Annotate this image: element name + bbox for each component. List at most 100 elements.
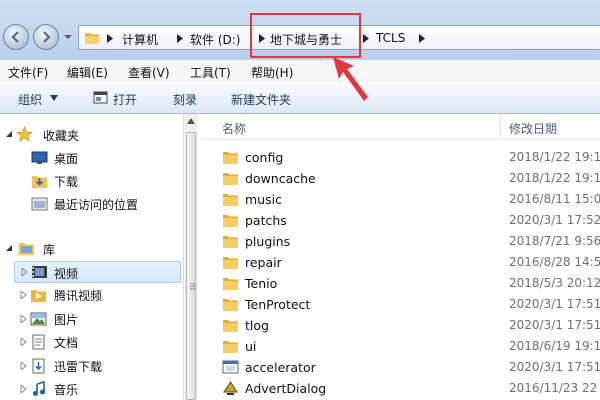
navigation-scrollbar[interactable] [183,114,198,400]
new-folder-button[interactable]: 新建文件夹 [231,91,291,108]
star-icon [16,126,33,142]
expand-triangle-icon[interactable] [20,362,27,370]
breadcrumb-drive-d[interactable]: 软件 (D:) [190,31,240,48]
organize-button[interactable]: 组织 [18,91,42,108]
breadcrumb-tcls[interactable]: TCLS [376,31,405,45]
title-bar: 计算机 软件 (D:) 地下城与勇士 TCLS [0,0,600,60]
nav-pictures[interactable]: 图片 [0,308,183,330]
folder-icon [223,299,238,311]
nav-label: 下载 [54,175,79,189]
annotation-arrow-icon [333,57,368,101]
scrollbar-thumb[interactable] [186,132,196,400]
file-row[interactable]: downcache 2018/1/22 19:1 [202,168,600,189]
forward-arrow-icon [43,31,51,43]
video-library-icon [32,266,47,278]
file-row[interactable]: TenProtect 2020/3/1 17:51 [202,294,600,315]
file-name: music [245,192,282,207]
file-row[interactable]: config 2018/1/22 19:1 [202,147,600,168]
recent-pages-dropdown-icon[interactable] [63,32,73,42]
menu-view[interactable]: 查看(V) [128,64,170,81]
file-date: 2016/8/11 15:0 [509,192,600,206]
downloads-folder-icon [32,176,47,188]
menu-edit[interactable]: 编辑(E) [67,64,108,81]
nav-videos[interactable]: 视频 [14,261,181,283]
folder-icon [223,152,238,164]
file-row[interactable]: ui 2018/6/19 19:1 [202,336,600,357]
breadcrumb-arrow-icon[interactable] [362,34,370,43]
menu-tools[interactable]: 工具(T) [190,64,231,81]
file-row[interactable]: plugins 2018/7/21 9:56 [202,231,600,252]
expand-triangle-icon[interactable] [20,291,27,299]
file-name: TenProtect [245,297,311,312]
nav-thunder-downloads[interactable]: 迅雷下载 [0,355,183,377]
thunder-download-icon [32,358,45,374]
nav-favorites[interactable]: 收藏夹 [0,124,183,146]
collapse-triangle-icon[interactable] [6,245,13,253]
file-date: 2018/1/22 19:1 [509,150,600,164]
folder-icon [223,257,238,269]
expand-triangle-icon[interactable] [21,268,28,276]
expand-triangle-icon[interactable] [20,338,27,346]
back-arrow-icon [11,31,19,43]
file-row[interactable]: accelerator 2020/3/1 17:51 [202,357,600,378]
highlight-box [250,13,361,58]
file-name: patchs [245,213,287,228]
nav-libraries[interactable]: 库 [0,238,183,260]
file-row[interactable]: repair 2016/8/28 14:5 [202,252,600,273]
scroll-up-icon[interactable] [187,118,195,124]
open-window-icon [93,91,108,104]
folder-icon [223,215,238,227]
documents-icon [32,334,45,350]
nav-label: 最近访问的位置 [54,198,139,212]
breadcrumb-computer[interactable]: 计算机 [122,31,158,48]
nav-downloads[interactable]: 下载 [0,170,183,192]
file-row[interactable]: AdvertDialog 2016/11/23 22 [202,378,600,399]
file-date: 2020/3/1 17:51 [509,318,600,332]
folder-icon [223,236,238,248]
column-date-header[interactable]: 修改日期 [509,120,557,137]
nav-documents[interactable]: 文档 [0,331,183,353]
file-row[interactable]: music 2016/8/11 15:0 [202,189,600,210]
nav-desktop[interactable]: 桌面 [0,147,183,169]
recent-places-icon [31,197,48,211]
nav-label: 迅雷下载 [54,360,103,374]
menu-help[interactable]: 帮助(H) [251,64,293,81]
chevron-down-icon[interactable] [50,95,58,101]
folder-icon [223,320,238,332]
back-button[interactable] [3,24,29,50]
file-date: 2020/3/1 17:52 [509,213,600,227]
menu-file[interactable]: 文件(F) [8,64,48,81]
folder-icon [223,194,238,206]
breadcrumb-arrow-icon[interactable] [418,34,426,43]
column-name-header[interactable]: 名称 [222,120,246,137]
nav-music[interactable]: 音乐 [0,378,183,400]
nav-label: 收藏夹 [43,129,80,143]
file-name: tlog [245,318,269,333]
breadcrumb-arrow-icon[interactable] [176,34,184,43]
file-row[interactable]: tlog 2020/3/1 17:51 [202,315,600,336]
nav-label: 桌面 [54,152,79,166]
folder-icon [85,33,99,44]
nav-label: 视频 [54,267,79,281]
music-icon [33,381,45,396]
file-date: 2018/7/21 9:56 [509,234,600,248]
nav-label: 库 [43,243,56,257]
grip-icon [190,283,196,290]
open-button[interactable]: 打开 [113,91,137,108]
file-name: config [245,150,284,165]
file-name: AdvertDialog [245,381,327,396]
nav-tencent-video[interactable]: 腾讯视频 [0,284,183,306]
file-date: 2020/3/1 17:51 [509,297,600,311]
expand-triangle-icon[interactable] [20,385,27,393]
nav-label: 文档 [54,336,79,350]
nav-recent-places[interactable]: 最近访问的位置 [0,193,183,215]
file-row[interactable]: patchs 2020/3/1 17:52 [202,210,600,231]
column-divider[interactable] [500,114,501,140]
expand-triangle-icon[interactable] [20,315,27,323]
breadcrumb-arrow-icon[interactable] [106,34,114,43]
burn-button[interactable]: 刻录 [173,91,197,108]
file-row[interactable]: Tenio 2018/5/3 20:12 [202,273,600,294]
forward-button[interactable] [33,24,59,50]
pictures-icon [30,312,47,326]
collapse-triangle-icon[interactable] [6,131,13,139]
